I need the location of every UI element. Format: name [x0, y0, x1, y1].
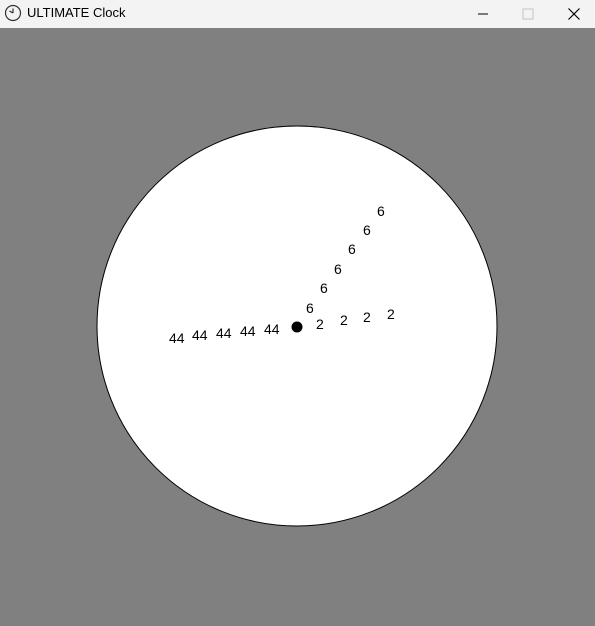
title-bar[interactable]: ULTIMATE Clock [0, 0, 595, 28]
minimize-button[interactable] [460, 0, 506, 28]
close-icon [568, 8, 580, 20]
app-window: ULTIMATE Clock 2 2 2 2 44 44 44 44 44 6 … [0, 0, 595, 626]
maximize-icon [522, 8, 534, 20]
window-title: ULTIMATE Clock [27, 5, 126, 20]
hour-hand-label: 2 [387, 306, 395, 322]
minimize-icon [478, 13, 488, 15]
second-hand-label: 6 [334, 261, 342, 277]
hour-hand-label: 2 [316, 316, 324, 332]
second-hand-label: 6 [348, 241, 356, 257]
clock-canvas: 2 2 2 2 44 44 44 44 44 6 6 6 6 6 6 [0, 28, 595, 626]
hour-hand-label: 2 [340, 312, 348, 328]
hour-hand-label: 2 [363, 309, 371, 325]
minute-hand-label: 44 [192, 327, 208, 343]
clock-icon [4, 4, 22, 22]
second-hand-label: 6 [306, 300, 314, 316]
minute-hand-label: 44 [264, 321, 280, 337]
second-hand-label: 6 [377, 203, 385, 219]
second-hand-label: 6 [320, 280, 328, 296]
clock-center-pivot [291, 321, 303, 333]
second-hand-label: 6 [363, 222, 371, 238]
close-button[interactable] [551, 0, 595, 28]
clock-drawing: 2 2 2 2 44 44 44 44 44 6 6 6 6 6 6 [96, 125, 498, 527]
minute-hand-label: 44 [240, 323, 256, 339]
minute-hand-label: 44 [216, 325, 232, 341]
maximize-button[interactable] [505, 0, 551, 28]
minute-hand-label: 44 [169, 330, 185, 346]
